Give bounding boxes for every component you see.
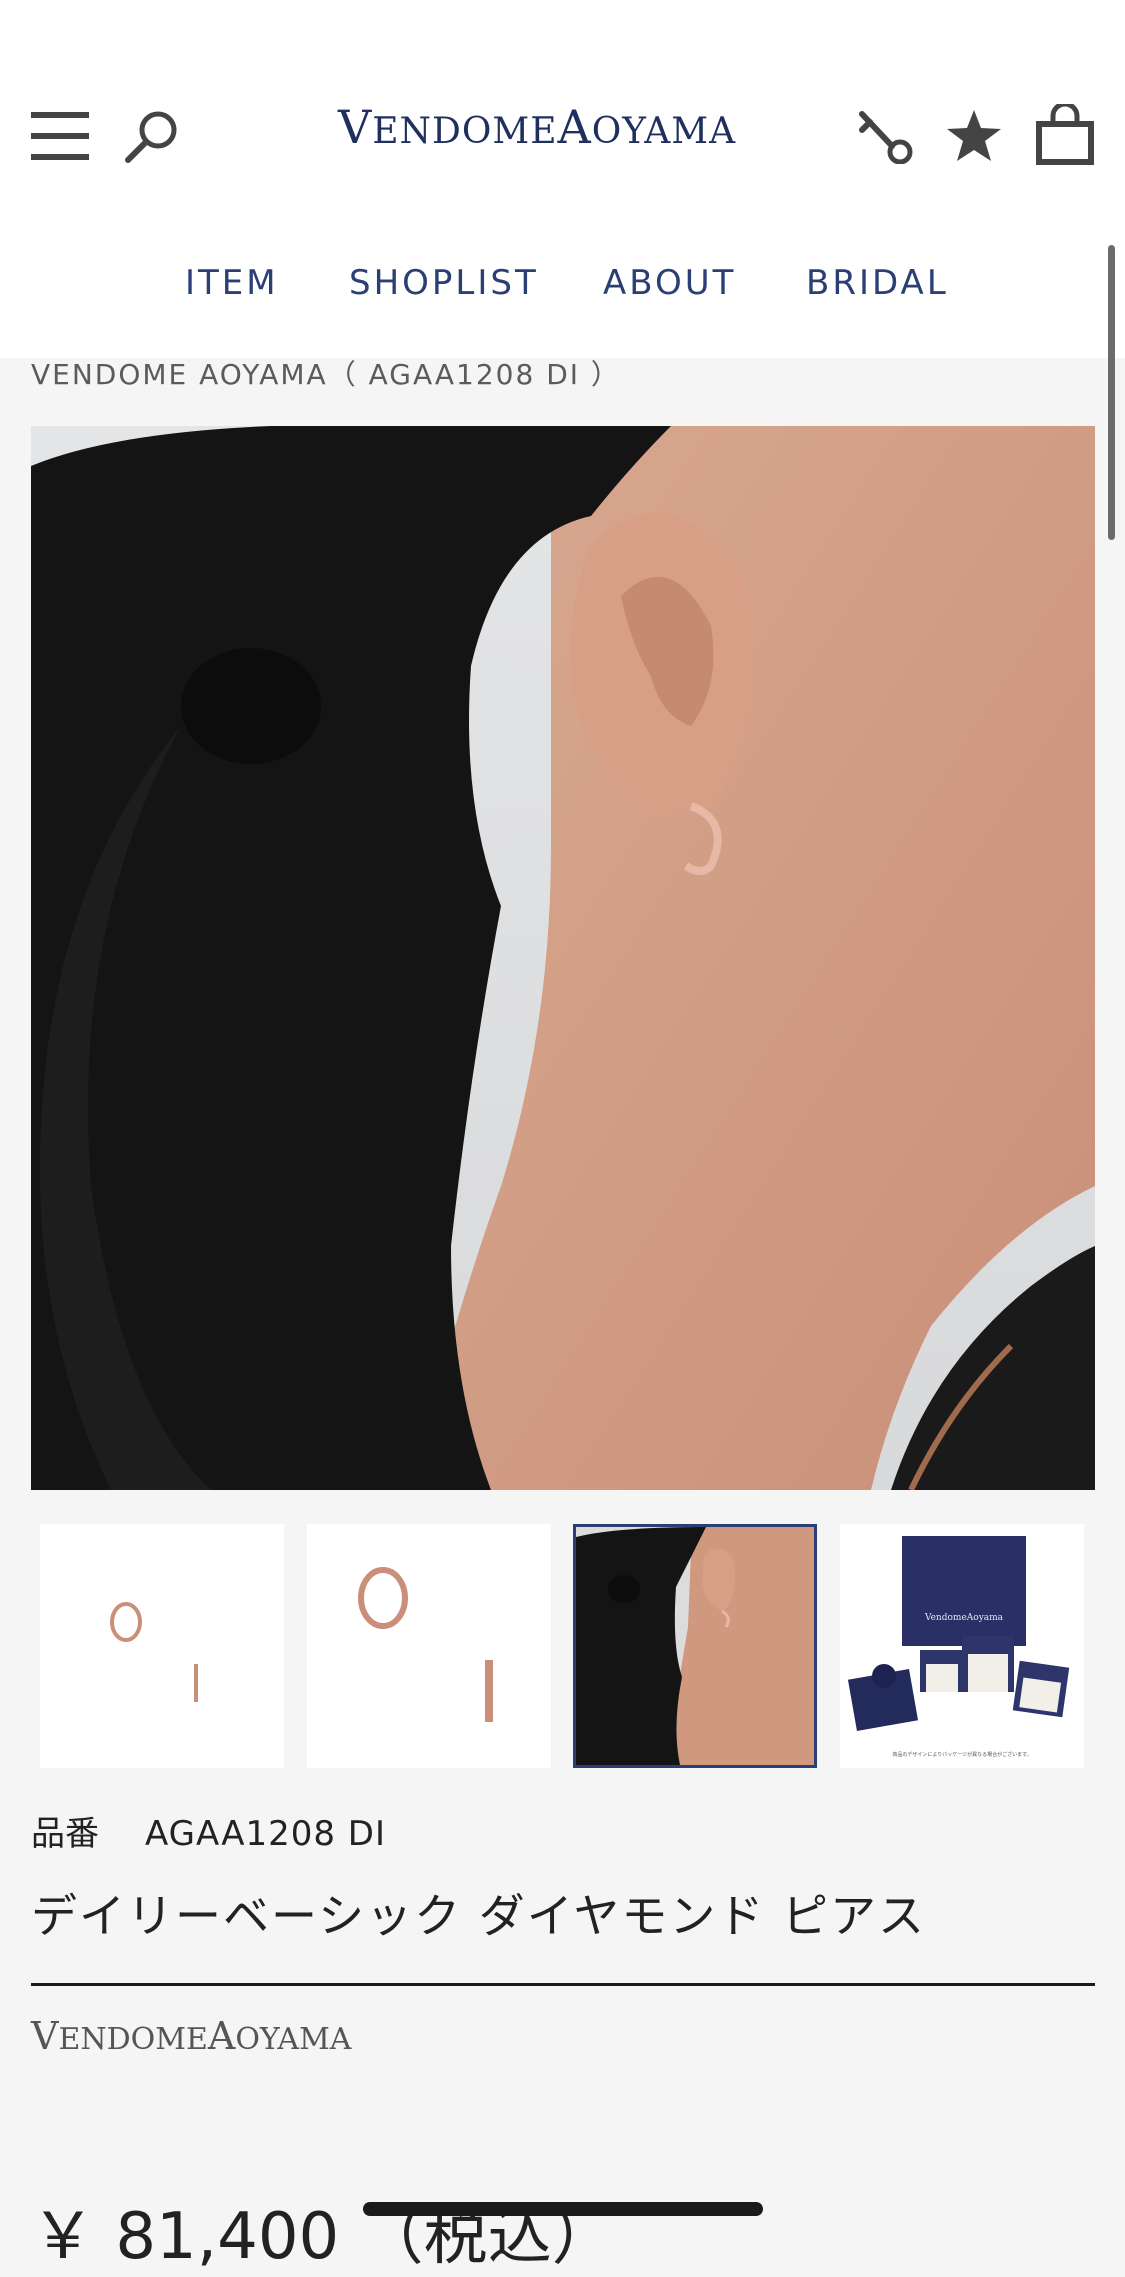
nav-item-bridal[interactable]: BRIDAL — [806, 263, 949, 303]
thumbnail-earring-pair[interactable] — [40, 1524, 284, 1768]
product-code-label: 品番 — [31, 1814, 99, 1854]
breadcrumb: VENDOME AOYAMA（ AGAA1208 DI ） — [31, 358, 621, 391]
svg-text:商品のデザインによりパッケージが異なる場合がございます。: 商品のデザインによりパッケージが異なる場合がございます。 — [892, 1751, 1031, 1758]
home-indicator — [363, 2202, 763, 2216]
star-icon[interactable] — [945, 108, 1003, 164]
brand-logo[interactable]: VENDOMEAOYAMA — [338, 100, 736, 154]
product-price: ￥ 81,400 （税込） — [31, 2200, 616, 2274]
key-icon[interactable] — [856, 108, 916, 165]
main-nav: ITEM SHOPLIST ABOUT BRIDAL — [0, 263, 1125, 323]
search-icon[interactable] — [124, 108, 180, 164]
svg-text:VendomeAoyama: VendomeAoyama — [924, 1613, 1004, 1623]
product-code: AGAA1208 DI — [145, 1814, 387, 1854]
main-product-photo[interactable] — [31, 426, 1095, 1490]
scrollbar[interactable] — [1108, 245, 1115, 540]
thumbnail-model-wearing[interactable] — [573, 1524, 817, 1768]
shopping-bag-icon[interactable] — [1035, 101, 1095, 166]
site-header: VENDOMEAOYAMA ITEM SHOPLIST ABOUT BRIDAL — [0, 0, 1125, 358]
divider — [31, 1983, 1095, 1986]
nav-item-item[interactable]: ITEM — [185, 263, 279, 303]
nav-item-shoplist[interactable]: SHOPLIST — [349, 263, 539, 303]
nav-item-about[interactable]: ABOUT — [603, 263, 736, 303]
product-code-row: 品番 AGAA1208 DI — [31, 1806, 386, 1855]
product-name: デイリーベーシック ダイヤモンド ピアス — [31, 1889, 926, 1943]
menu-icon[interactable] — [31, 108, 89, 164]
brand-name-small[interactable]: VENDOMEAOYAMA — [31, 2014, 351, 2058]
thumbnail-earring-closeup[interactable] — [307, 1524, 551, 1768]
thumbnail-packaging[interactable]: VendomeAoyama 商品のデザインによりパッケージが異なる場合がございま… — [840, 1524, 1084, 1768]
